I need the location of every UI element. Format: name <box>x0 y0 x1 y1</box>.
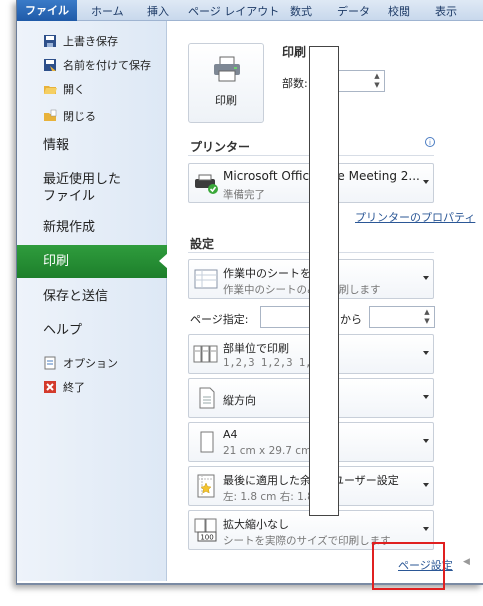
tab-home[interactable]: ホーム <box>91 3 124 19</box>
scaling-icon: 100 <box>194 518 217 542</box>
tab-data[interactable]: データ <box>337 3 370 19</box>
chevron-down-icon <box>423 483 429 487</box>
save-icon <box>43 34 57 48</box>
scaling-title: 拡大縮小なし <box>223 518 289 531</box>
sheet-icon <box>194 269 218 289</box>
sidebar-item-save[interactable]: 上書き保存 <box>17 30 167 52</box>
printer-icon <box>214 56 240 82</box>
paper-icon <box>200 431 214 453</box>
scroll-left-arrow-icon[interactable]: ◀ <box>463 557 470 567</box>
backstage-sidebar: 上書き保存 名前を付けて保存 開く 閉じる 情報 最近使用した ファイル 新規作… <box>17 21 168 581</box>
sidebar-item-save-as[interactable]: 名前を付けて保存 <box>17 54 167 76</box>
print-preview-page <box>309 46 339 516</box>
copies-label: 部数: <box>282 77 308 90</box>
pages-to-stepper[interactable]: ▲ ▼ <box>369 306 435 328</box>
sidebar-item-exit-label: 終了 <box>63 381 85 394</box>
tab-review[interactable]: 校閲 <box>388 3 410 19</box>
sidebar-item-open[interactable]: 開く <box>17 78 167 100</box>
close-folder-icon <box>43 109 57 123</box>
print-scope-sub: 作業中のシートのみを印刷します <box>223 284 381 296</box>
print-button[interactable]: 印刷 <box>188 43 264 123</box>
sidebar-item-print[interactable]: 印刷 <box>17 245 168 278</box>
sidebar-item-save-label: 上書き保存 <box>63 35 118 48</box>
sidebar-item-new[interactable]: 新規作成 <box>17 219 167 236</box>
tab-insert[interactable]: 挿入 <box>147 3 169 19</box>
portrait-page-icon <box>199 387 215 409</box>
options-icon <box>43 356 57 370</box>
collate-icon <box>193 345 218 363</box>
chevron-down-icon <box>423 351 429 355</box>
chevron-down-icon <box>423 276 429 280</box>
print-heading: 印刷 <box>282 45 307 59</box>
chevron-down-icon <box>423 180 429 184</box>
exit-icon <box>43 380 57 394</box>
paper-title: A4 <box>223 428 238 441</box>
orientation-title: 縦方向 <box>223 394 256 407</box>
sidebar-item-options-label: オプション <box>63 357 118 370</box>
printer-device-icon <box>195 174 218 194</box>
tab-formulas[interactable]: 数式 <box>290 3 312 19</box>
printer-heading: プリンター <box>190 140 251 154</box>
sidebar-item-options[interactable]: オプション <box>17 352 167 374</box>
sidebar-item-close-label: 閉じる <box>63 110 96 123</box>
sidebar-item-close[interactable]: 閉じる <box>17 105 167 127</box>
tab-page-layout[interactable]: ページ レイアウト <box>188 3 279 19</box>
sidebar-item-exit[interactable]: 終了 <box>17 376 167 398</box>
highlight-box <box>372 542 445 590</box>
sidebar-item-info[interactable]: 情報 <box>17 137 167 154</box>
save-as-icon <box>43 58 57 72</box>
settings-heading: 設定 <box>190 237 215 251</box>
collate-title: 部単位で印刷 <box>223 342 289 355</box>
sidebar-item-save-as-label: 名前を付けて保存 <box>63 59 151 72</box>
sidebar-item-recent[interactable]: 最近使用した ファイル <box>17 171 167 205</box>
svg-text:i: i <box>429 139 431 147</box>
scaling-sub: シートを実際のサイズで印刷します <box>223 535 391 547</box>
spin-arrows-icon[interactable]: ▲▼ <box>422 308 432 326</box>
chevron-down-icon <box>423 395 429 399</box>
print-button-label: 印刷 <box>215 94 237 107</box>
printer-properties-link[interactable]: プリンターのプロパティ <box>355 209 475 225</box>
printer-status: 準備完了 <box>223 189 265 201</box>
active-indicator <box>159 253 168 269</box>
open-folder-icon <box>43 82 57 96</box>
tab-file[interactable]: ファイル <box>17 0 77 21</box>
pages-label: ページ指定: <box>190 313 249 326</box>
margins-icon <box>197 474 215 498</box>
sidebar-item-open-label: 開く <box>63 83 85 96</box>
svg-text:100: 100 <box>200 534 213 542</box>
sidebar-item-save-send[interactable]: 保存と送信 <box>17 288 167 305</box>
chevron-down-icon <box>423 439 429 443</box>
tab-view[interactable]: 表示 <box>435 3 457 19</box>
excel-backstage-window: ファイル ホーム 挿入 ページ レイアウト 数式 データ 校閲 表示 上書き保存… <box>16 0 483 585</box>
spin-arrows-icon[interactable]: ▲▼ <box>372 72 382 90</box>
info-icon[interactable]: i <box>425 137 435 147</box>
ribbon-tab-bar: ファイル ホーム 挿入 ページ レイアウト 数式 データ 校閲 表示 <box>17 0 483 21</box>
chevron-down-icon <box>423 527 429 531</box>
pages-to-label: から <box>340 313 362 326</box>
sidebar-item-print-label: 印刷 <box>43 254 70 269</box>
paper-sub: 21 cm x 29.7 cm <box>223 445 312 457</box>
sidebar-item-help[interactable]: ヘルプ <box>17 322 167 339</box>
